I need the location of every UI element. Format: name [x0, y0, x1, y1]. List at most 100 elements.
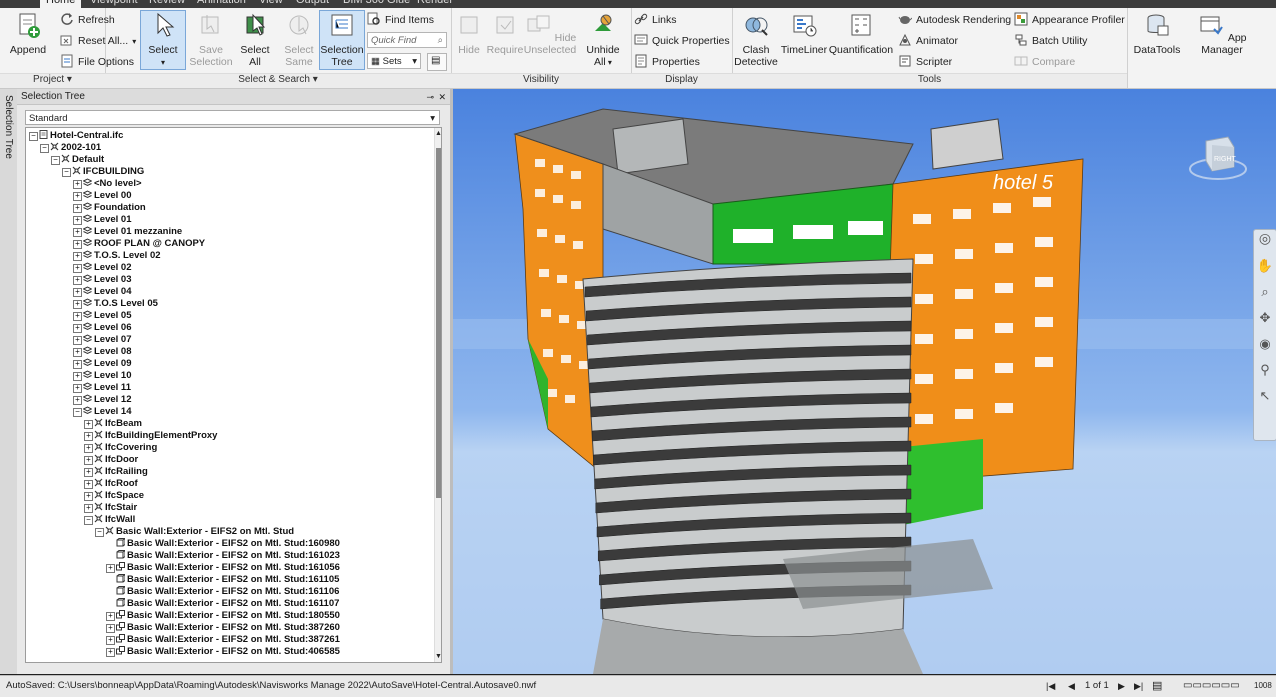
tree-node[interactable]: + Level 06: [73, 322, 132, 334]
collapse-icon[interactable]: −: [73, 408, 82, 417]
expand-icon[interactable]: +: [84, 504, 93, 513]
tree-node[interactable]: Basic Wall:Exterior - EIFS2 on Mtl. Stud…: [106, 550, 340, 562]
tree-node[interactable]: + Level 11: [73, 382, 131, 394]
quantification-button[interactable]: Quantification: [828, 11, 894, 56]
tree-node[interactable]: − IFCBUILDING: [62, 166, 144, 178]
last-page-icon[interactable]: ▶|: [1134, 676, 1143, 696]
expand-icon[interactable]: +: [84, 444, 93, 453]
pin-icon[interactable]: ⊸: [426, 89, 434, 105]
3d-viewport[interactable]: hotel 5 RIGHT ◎ ✋ ⌕ ✥ ◉ ⚲ ↖: [453, 89, 1276, 674]
find-items-button[interactable]: Find Items: [367, 11, 434, 29]
app-manager-button[interactable]: App Manager: [1189, 11, 1255, 56]
tree-node[interactable]: + Foundation: [73, 202, 146, 214]
tree-node[interactable]: − Level 14: [73, 406, 132, 418]
expand-icon[interactable]: +: [73, 240, 82, 249]
tree-node[interactable]: Basic Wall:Exterior - EIFS2 on Mtl. Stud…: [106, 574, 339, 586]
expand-icon[interactable]: +: [73, 372, 82, 381]
tree-node[interactable]: + Level 02: [73, 262, 132, 274]
appearance-profiler-button[interactable]: Appearance Profiler: [1014, 11, 1125, 29]
tree-node[interactable]: − Default: [51, 154, 104, 166]
autodesk-rendering-button[interactable]: Autodesk Rendering: [898, 11, 1011, 29]
tree-node[interactable]: + T.O.S Level 05: [73, 298, 158, 310]
tree-node[interactable]: + Level 04: [73, 286, 132, 298]
tree-node[interactable]: + <No level>: [73, 178, 142, 190]
timeliner-button[interactable]: TimeLiner: [780, 11, 828, 56]
expand-icon[interactable]: +: [73, 276, 82, 285]
select-same-button[interactable]: Select Same: [279, 11, 319, 68]
collapse-icon[interactable]: −: [84, 516, 93, 525]
tree-node[interactable]: Basic Wall:Exterior - EIFS2 on Mtl. Stud…: [106, 586, 339, 598]
tree-node[interactable]: + IfcBuildingElementProxy: [84, 430, 217, 442]
expand-icon[interactable]: +: [73, 300, 82, 309]
expand-icon[interactable]: +: [106, 612, 115, 621]
pan-icon[interactable]: ✋: [1254, 258, 1276, 284]
expand-icon[interactable]: +: [73, 216, 82, 225]
tree-node[interactable]: + Basic Wall:Exterior - EIFS2 on Mtl. Stu…: [106, 610, 340, 622]
expand-icon[interactable]: +: [84, 456, 93, 465]
manage-sets-button[interactable]: ▤: [427, 53, 447, 71]
tree-node[interactable]: + Level 01 mezzanine: [73, 226, 182, 238]
require-button[interactable]: Require: [485, 11, 525, 56]
select-cursor-icon[interactable]: ↖: [1254, 388, 1276, 414]
append-button[interactable]: Append: [6, 11, 50, 56]
expand-icon[interactable]: +: [84, 432, 93, 441]
expand-icon[interactable]: +: [84, 468, 93, 477]
clash-detective-button[interactable]: Clash Detective: [734, 11, 778, 68]
collapse-icon[interactable]: −: [62, 168, 71, 177]
tree-node[interactable]: + Level 12: [73, 394, 132, 406]
tree-node[interactable]: Basic Wall:Exterior - EIFS2 on Mtl. Stud…: [106, 598, 339, 610]
selection-tree-button[interactable]: Selection Tree: [319, 10, 365, 70]
tree-node[interactable]: + Basic Wall:Exterior - EIFS2 on Mtl. Stu…: [106, 622, 340, 634]
tree-node[interactable]: − IfcWall: [84, 514, 135, 526]
tree-node[interactable]: − Basic Wall:Exterior - EIFS2 on Mtl. Stu…: [95, 526, 294, 538]
tree-node[interactable]: + Level 07: [73, 334, 132, 346]
expand-icon[interactable]: +: [73, 312, 82, 321]
expand-icon[interactable]: +: [84, 480, 93, 489]
project-panel-title[interactable]: Project ▾: [0, 73, 105, 88]
tab-review[interactable]: Review: [149, 0, 185, 8]
tree-node[interactable]: + Level 05: [73, 310, 132, 322]
tree-node[interactable]: + ROOF PLAN @ CANOPY: [73, 238, 205, 250]
tree-node[interactable]: + Basic Wall:Exterior - EIFS2 on Mtl. Stu…: [106, 634, 340, 646]
expand-icon[interactable]: +: [73, 324, 82, 333]
expand-icon[interactable]: +: [73, 252, 82, 261]
expand-icon[interactable]: +: [106, 648, 115, 657]
hide-button[interactable]: Hide: [453, 11, 485, 56]
links-button[interactable]: Links: [634, 11, 677, 29]
batch-utility-button[interactable]: Batch Utility: [1014, 32, 1087, 50]
close-icon[interactable]: ✕: [438, 89, 446, 105]
collapse-icon[interactable]: −: [95, 528, 104, 537]
look-icon[interactable]: ◉: [1254, 336, 1276, 362]
expand-icon[interactable]: +: [73, 264, 82, 273]
expand-icon[interactable]: +: [84, 492, 93, 501]
expand-icon[interactable]: +: [84, 420, 93, 429]
sheet-browser-icon[interactable]: ▤: [1152, 676, 1162, 696]
selection-tree-dock-tab[interactable]: Selection Tree: [0, 89, 18, 674]
tree-node[interactable]: + T.O.S. Level 02: [73, 250, 161, 262]
tab-animation[interactable]: Animation: [197, 0, 246, 8]
expand-icon[interactable]: +: [73, 204, 82, 213]
tab-viewpoint[interactable]: Viewpoint: [90, 0, 138, 8]
viewcube[interactable]: RIGHT: [1188, 129, 1248, 184]
previous-page-icon[interactable]: ◀: [1068, 676, 1075, 696]
compare-button[interactable]: Compare: [1014, 53, 1075, 71]
expand-icon[interactable]: +: [73, 396, 82, 405]
sets-dropdown[interactable]: ▦ Sets ▾: [367, 53, 421, 69]
properties-button[interactable]: Properties: [634, 53, 700, 71]
expand-icon[interactable]: +: [106, 636, 115, 645]
zoom-icon[interactable]: ⌕: [1254, 284, 1276, 310]
tree-node[interactable]: + Level 09: [73, 358, 132, 370]
collapse-icon[interactable]: −: [51, 156, 60, 165]
quick-properties-button[interactable]: Quick Properties: [634, 32, 730, 50]
collapse-icon[interactable]: −: [40, 144, 49, 153]
animator-button[interactable]: Animator: [898, 32, 958, 50]
expand-icon[interactable]: +: [73, 288, 82, 297]
tree-node[interactable]: + IfcRailing: [84, 466, 148, 478]
tree-node[interactable]: + IfcStair: [84, 502, 137, 514]
tree-node[interactable]: − Hotel-Central.ifc: [29, 130, 123, 142]
scripter-button[interactable]: Scripter: [898, 53, 952, 71]
tree-node[interactable]: + IfcCovering: [84, 442, 157, 454]
steering-wheel-icon[interactable]: ◎: [1254, 230, 1276, 258]
tree-view-dropdown[interactable]: Standard ▾: [25, 110, 440, 125]
first-page-icon[interactable]: |◀: [1046, 676, 1055, 696]
